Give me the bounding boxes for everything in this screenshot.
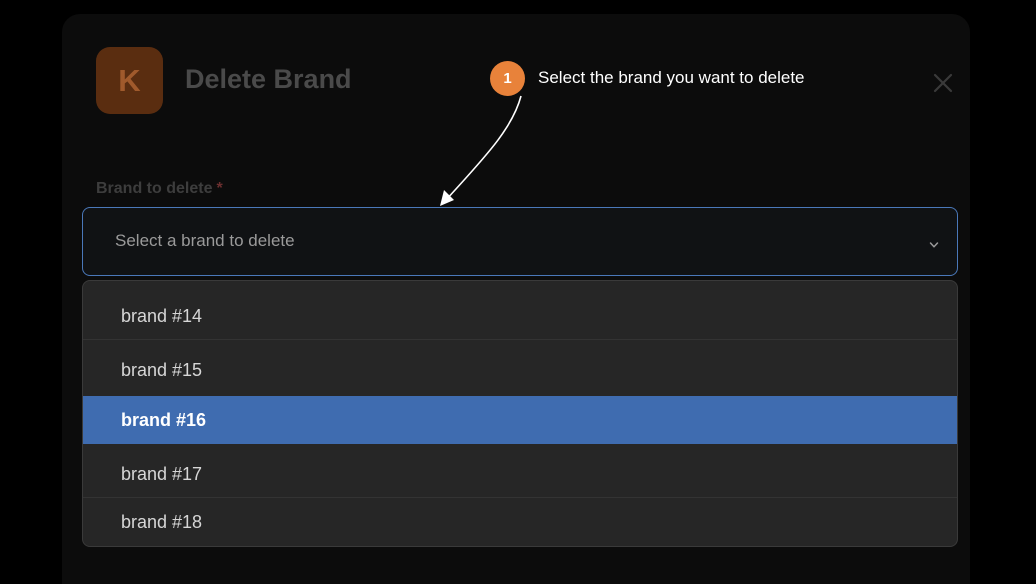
dropdown-option-highlighted[interactable]: brand #16 — [83, 396, 957, 444]
option-divider — [83, 339, 957, 340]
page: K Delete Brand 1 Select the brand you wa… — [0, 0, 1036, 584]
modal-title: Delete Brand — [185, 64, 352, 94]
callout-arrow-icon — [440, 95, 522, 206]
dropdown-option[interactable]: brand #18 — [83, 498, 957, 546]
dropdown-option-label: brand #14 — [121, 305, 203, 326]
dropdown-option-label: brand #17 — [121, 463, 203, 484]
required-marker: * — [216, 180, 223, 197]
brand-logo-letter: K — [118, 62, 141, 98]
callout-step-number: 1 — [503, 70, 512, 87]
close-icon[interactable] — [930, 70, 956, 96]
dropdown-option[interactable]: brand #14 — [83, 289, 957, 343]
field-label: Brand to delete * — [96, 180, 223, 198]
brand-select-placeholder: Select a brand to delete — [115, 231, 295, 250]
dropdown-option-label: brand #15 — [121, 359, 203, 380]
brand-select[interactable]: Select a brand to delete — [82, 207, 958, 276]
brand-logo: K — [96, 47, 163, 114]
field-label-text: Brand to delete — [96, 180, 213, 197]
dropdown-option[interactable]: brand #17 — [83, 447, 957, 501]
dropdown-option-label: brand #18 — [121, 511, 203, 532]
dropdown-option[interactable]: brand #15 — [83, 343, 957, 397]
chevron-down-icon — [929, 242, 939, 248]
dropdown-option-label: brand #16 — [121, 409, 207, 430]
callout-text: Select the brand you want to delete — [538, 68, 805, 87]
brand-dropdown-list: brand #14 brand #15 brand #16 brand #17 … — [82, 280, 958, 547]
